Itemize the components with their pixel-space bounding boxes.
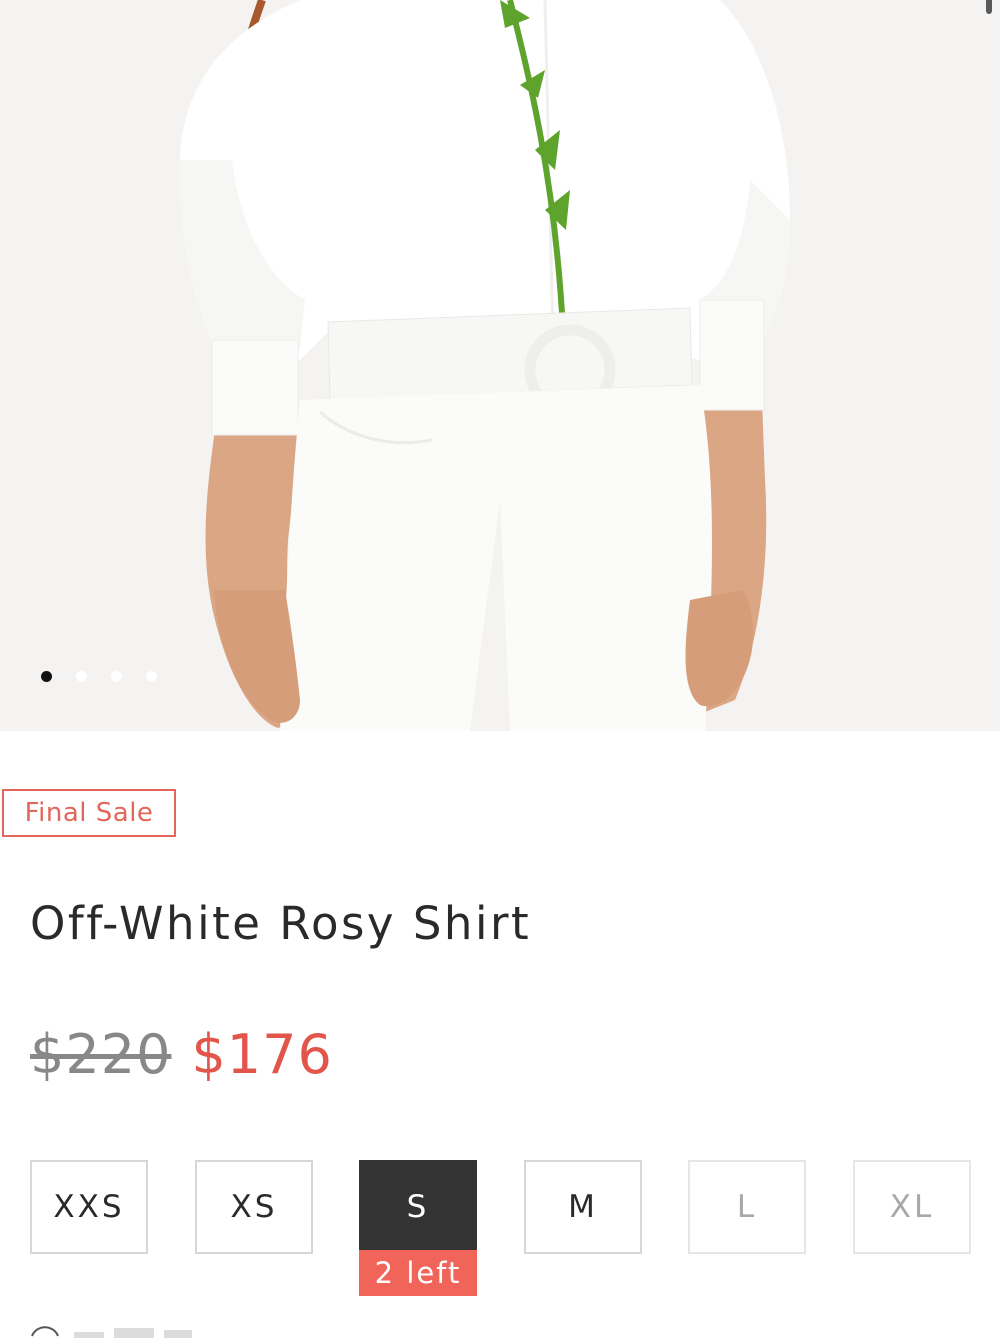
size-option-m[interactable]: M — [524, 1160, 642, 1254]
size-selector: XXS XS S M L XL — [30, 1160, 972, 1256]
scroll-indicator — [986, 0, 992, 14]
size-option-l[interactable]: L — [688, 1160, 806, 1254]
gallery-pagination — [41, 671, 157, 682]
gallery-dot-1[interactable] — [41, 671, 52, 682]
gallery-dot-4[interactable] — [146, 671, 157, 682]
final-sale-badge: Final Sale — [2, 789, 176, 837]
size-option-xxs[interactable]: XXS — [30, 1160, 148, 1254]
gallery-dot-3[interactable] — [111, 671, 122, 682]
price-block: $220 $176 — [30, 1023, 333, 1086]
cut-off-row — [31, 1326, 192, 1338]
size-option-xs[interactable]: XS — [195, 1160, 313, 1254]
size-option-xl[interactable]: XL — [853, 1160, 971, 1254]
stock-left-badge: 2 left — [359, 1250, 477, 1296]
gallery-dot-2[interactable] — [76, 671, 87, 682]
product-photo — [0, 0, 1000, 731]
product-image-gallery[interactable] — [0, 0, 1000, 731]
sale-price: $176 — [191, 1023, 333, 1086]
product-title: Off-White Rosy Shirt — [30, 897, 532, 950]
size-option-s[interactable]: S — [359, 1160, 477, 1254]
original-price: $220 — [30, 1023, 172, 1086]
